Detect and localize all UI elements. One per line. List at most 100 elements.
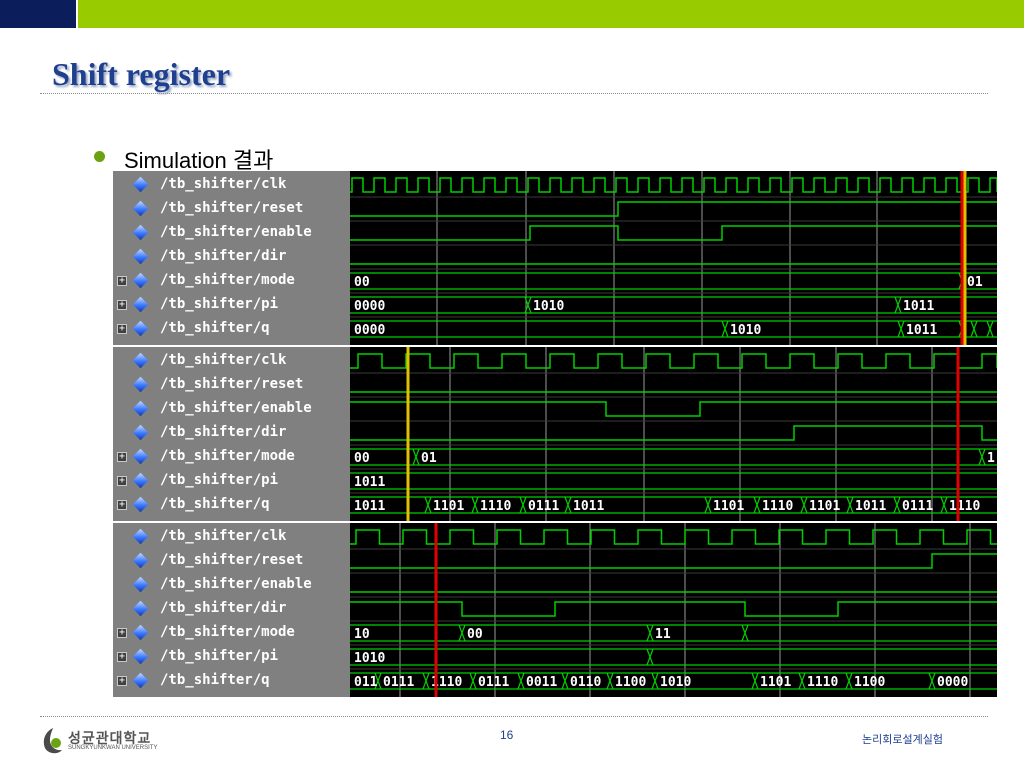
mode-bus-value: 10 — [354, 627, 370, 642]
pi-bus-value: 1010 — [533, 299, 564, 314]
diamond-icon — [132, 472, 149, 489]
pi-bus-value: 1010 — [354, 651, 385, 666]
signal-row[interactable]: /tb_shifter/enable — [113, 221, 350, 245]
diamond-icon — [132, 272, 149, 289]
signal-name: /tb_shifter/reset — [160, 552, 304, 568]
expand-icon[interactable]: + — [117, 500, 127, 510]
signal-row[interactable]: + /tb_shifter/pi — [113, 645, 350, 669]
diamond-icon — [132, 376, 149, 393]
top-bar-dark — [0, 0, 76, 28]
signal-row[interactable]: /tb_shifter/reset — [113, 549, 350, 573]
pi-bus-value: 0000 — [354, 299, 385, 314]
university-name-english: SUNGKYUNKWAN UNIVERSITY — [68, 745, 158, 751]
pi-bus-value: 1011 — [354, 475, 385, 490]
waveform-canvas: 00 01 0000 1010 1011 0000 1010 1011 — [350, 171, 997, 345]
signal-row[interactable]: /tb_shifter/enable — [113, 573, 350, 597]
q-bus-value: 0000 — [937, 675, 968, 690]
q-bus-value: 0111 — [902, 499, 933, 514]
q-bus-value: 0111 — [528, 499, 559, 514]
q-bus-value: 1011 — [573, 499, 604, 514]
signal-row[interactable]: + /tb_shifter/pi — [113, 469, 350, 493]
signal-name: /tb_shifter/q — [160, 496, 270, 512]
diamond-icon — [132, 600, 149, 617]
diamond-icon — [132, 424, 149, 441]
diamond-icon — [132, 552, 149, 569]
q-bus-value: 011 — [354, 675, 378, 690]
signal-name: /tb_shifter/mode — [160, 448, 295, 464]
q-bus-value: 1011 — [855, 499, 886, 514]
signal-name: /tb_shifter/mode — [160, 624, 295, 640]
signal-row[interactable]: /tb_shifter/clk — [113, 349, 350, 373]
mode-bus-value: 11 — [655, 627, 671, 642]
signal-row[interactable]: + /tb_shifter/mode — [113, 269, 350, 293]
waveform-panel-3: /tb_shifter/clk/tb_shifter/reset/tb_shif… — [113, 523, 997, 698]
university-logo: 성균관대학교 SUNGKYUNKWAN UNIVERSITY — [40, 726, 190, 760]
signal-name-column: /tb_shifter/clk/tb_shifter/reset/tb_shif… — [113, 171, 350, 345]
expand-icon[interactable]: + — [117, 628, 127, 638]
signal-name: /tb_shifter/dir — [160, 248, 287, 264]
signal-name: /tb_shifter/clk — [160, 352, 287, 368]
q-bus-value: 0011 — [526, 675, 557, 690]
slide-title: Shift register — [52, 56, 231, 92]
q-bus-value: 1110 — [807, 675, 838, 690]
signal-row[interactable]: /tb_shifter/dir — [113, 245, 350, 269]
signal-row[interactable]: + /tb_shifter/mode — [113, 445, 350, 469]
mode-bus-value: 00 — [354, 451, 370, 466]
q-bus-value: 1110 — [480, 499, 511, 514]
signal-row[interactable]: /tb_shifter/clk — [113, 173, 350, 197]
top-bar-green — [78, 0, 1024, 28]
expand-icon[interactable]: + — [117, 276, 127, 286]
signal-name: /tb_shifter/mode — [160, 272, 295, 288]
expand-icon[interactable]: + — [117, 452, 127, 462]
signal-name: /tb_shifter/clk — [160, 528, 287, 544]
signal-row[interactable]: /tb_shifter/reset — [113, 197, 350, 221]
signal-row[interactable]: + /tb_shifter/q — [113, 493, 350, 517]
waveform-panel-2: /tb_shifter/clk/tb_shifter/reset/tb_shif… — [113, 347, 997, 521]
expand-icon[interactable]: + — [117, 652, 127, 662]
q-bus-value: 1101 — [433, 499, 464, 514]
mode-bus-value: 1 — [987, 451, 995, 466]
q-bus-value: 1101 — [713, 499, 744, 514]
signal-row[interactable]: /tb_shifter/reset — [113, 373, 350, 397]
signal-name-column: /tb_shifter/clk/tb_shifter/reset/tb_shif… — [113, 523, 350, 697]
expand-icon[interactable]: + — [117, 676, 127, 686]
signal-row[interactable]: /tb_shifter/enable — [113, 397, 350, 421]
signal-name: /tb_shifter/pi — [160, 648, 279, 664]
diamond-icon — [132, 672, 149, 689]
q-bus-value: 0111 — [383, 675, 414, 690]
mode-bus-value: 00 — [354, 275, 370, 290]
mode-bus-value: 01 — [967, 275, 983, 290]
signal-name: /tb_shifter/enable — [160, 576, 312, 592]
q-bus-value: 1110 — [762, 499, 793, 514]
page-number: 16 — [500, 728, 514, 742]
diamond-icon — [132, 496, 149, 513]
signal-name: /tb_shifter/enable — [160, 400, 312, 416]
signal-name: /tb_shifter/pi — [160, 296, 279, 312]
expand-icon[interactable]: + — [117, 324, 127, 334]
diamond-icon — [132, 624, 149, 641]
q-bus-value: 0110 — [570, 675, 601, 690]
q-bus-value: 0000 — [354, 323, 385, 338]
diamond-icon — [132, 448, 149, 465]
expand-icon[interactable]: + — [117, 300, 127, 310]
diamond-icon — [132, 320, 149, 337]
signal-row[interactable]: + /tb_shifter/q — [113, 317, 350, 341]
expand-icon[interactable]: + — [117, 476, 127, 486]
signal-row[interactable]: /tb_shifter/clk — [113, 525, 350, 549]
q-bus-value: 1011 — [906, 323, 937, 338]
signal-name: /tb_shifter/q — [160, 320, 270, 336]
diamond-icon — [132, 528, 149, 545]
diamond-icon — [132, 224, 149, 241]
signal-row[interactable]: + /tb_shifter/q — [113, 669, 350, 693]
signal-row[interactable]: + /tb_shifter/pi — [113, 293, 350, 317]
signal-name: /tb_shifter/reset — [160, 376, 304, 392]
signal-row[interactable]: /tb_shifter/dir — [113, 421, 350, 445]
diamond-icon — [132, 576, 149, 593]
signal-name: /tb_shifter/dir — [160, 424, 287, 440]
q-bus-value: 1110 — [949, 499, 980, 514]
university-emblem-icon — [43, 728, 62, 754]
signal-row[interactable]: /tb_shifter/dir — [113, 597, 350, 621]
q-bus-value: 1101 — [760, 675, 791, 690]
signal-row[interactable]: + /tb_shifter/mode — [113, 621, 350, 645]
signal-name: /tb_shifter/enable — [160, 224, 312, 240]
